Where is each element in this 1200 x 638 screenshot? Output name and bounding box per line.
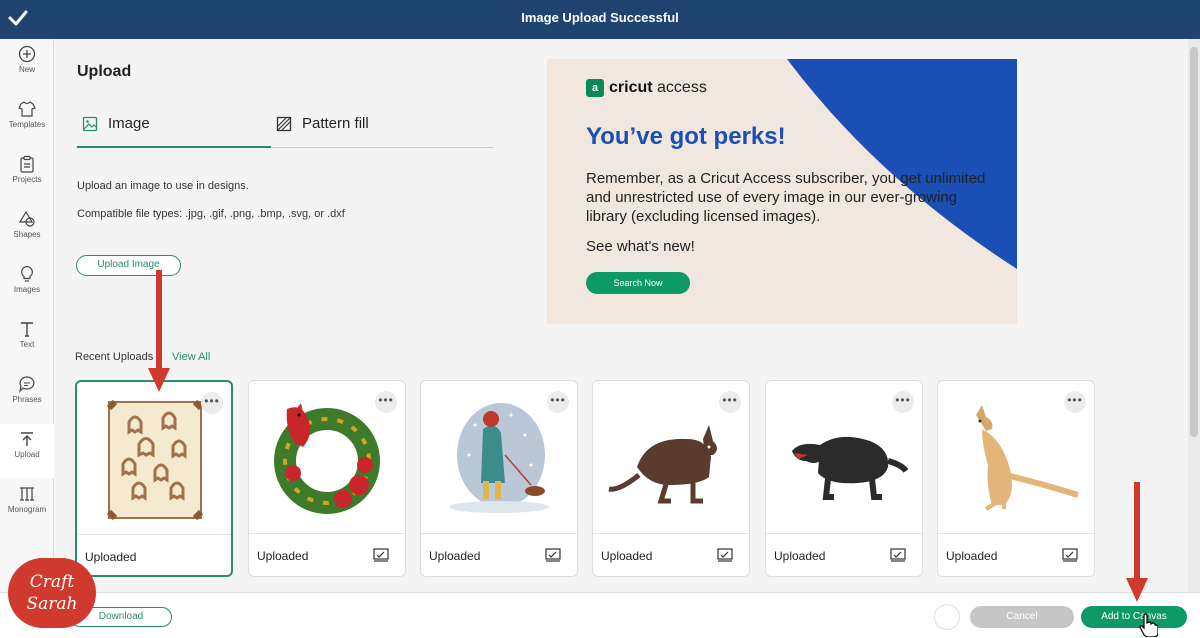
monogram-icon bbox=[20, 487, 34, 501]
sidebar-item-images[interactable]: Images bbox=[0, 259, 54, 313]
shapes-icon bbox=[18, 210, 35, 227]
banner-headline: You’ve got perks! bbox=[586, 123, 786, 150]
banner-new-text: See what's new! bbox=[586, 238, 695, 255]
sidebar: New Templates Projects Shapes Images Tex… bbox=[0, 39, 54, 638]
watermark-line-1: Craft bbox=[29, 572, 75, 592]
plus-circle-icon bbox=[18, 45, 36, 63]
lightbulb-icon bbox=[21, 265, 33, 282]
cricut-access-banner[interactable]: a cricut access You’ve got perks! Remembe… bbox=[547, 59, 1017, 324]
image-type-icon bbox=[1062, 548, 1078, 562]
more-options-icon[interactable]: ••• bbox=[375, 391, 397, 413]
sidebar-item-label: Shapes bbox=[13, 230, 41, 239]
view-all-link[interactable]: View All bbox=[172, 351, 210, 363]
image-type-icon bbox=[890, 548, 906, 562]
card-divider bbox=[77, 534, 231, 535]
card-caption: Uploaded bbox=[429, 549, 481, 563]
avatar[interactable] bbox=[934, 604, 960, 630]
recent-uploads-label: Recent Uploads bbox=[75, 351, 154, 363]
card-divider bbox=[593, 533, 749, 534]
top-bar: Image Upload Successful bbox=[0, 0, 1200, 39]
annotation-arrow-down-icon bbox=[1126, 482, 1148, 602]
banner-body: Remember, as a Cricut Access subscriber,… bbox=[586, 170, 986, 225]
file-types-text: Compatible file types: .jpg, .gif, .png,… bbox=[77, 208, 345, 220]
card-divider bbox=[938, 533, 1094, 534]
upload-card[interactable]: ••• Uploaded bbox=[765, 380, 923, 577]
text-icon bbox=[21, 322, 33, 337]
tab-active-indicator bbox=[77, 146, 271, 148]
upload-card[interactable]: ••• Uploaded bbox=[75, 380, 233, 577]
sidebar-item-text[interactable]: Text bbox=[0, 314, 54, 368]
sidebar-item-label: Upload bbox=[14, 450, 40, 459]
sidebar-item-upload[interactable]: Upload bbox=[0, 424, 54, 478]
speech-bubble-icon bbox=[19, 376, 35, 393]
sidebar-item-label: Projects bbox=[12, 175, 42, 184]
upload-panel: Upload Image Pattern fill Upload an imag… bbox=[54, 39, 1188, 592]
cardinal-wreath-thumbnail bbox=[274, 403, 380, 514]
upload-icon bbox=[21, 432, 33, 446]
annotation-arrow-down-icon bbox=[148, 270, 170, 392]
scrollbar-thumb[interactable] bbox=[1190, 47, 1198, 437]
image-icon bbox=[82, 116, 98, 132]
upload-card[interactable]: ••• Uploaded bbox=[937, 380, 1095, 577]
image-type-icon bbox=[717, 548, 733, 562]
sidebar-item-new[interactable]: New bbox=[0, 39, 54, 93]
sidebar-item-phrases[interactable]: Phrases bbox=[0, 369, 54, 423]
craft-with-sarah-logo: Craft Sarah bbox=[8, 558, 96, 628]
more-options-icon[interactable]: ••• bbox=[201, 392, 223, 414]
tab-label: Pattern fill bbox=[302, 115, 369, 132]
sidebar-item-label: Text bbox=[19, 340, 35, 349]
pattern-icon bbox=[276, 116, 292, 132]
sidebar-item-label: Images bbox=[13, 285, 41, 294]
upload-card[interactable]: ••• Uploaded bbox=[592, 380, 750, 577]
sidebar-item-monogram[interactable]: Monogram bbox=[0, 479, 54, 533]
logo-brand: cricut bbox=[609, 79, 653, 97]
logo-badge: a bbox=[586, 79, 604, 97]
section-heading: Upload bbox=[77, 63, 132, 80]
upload-card[interactable]: ••• Uploaded bbox=[420, 380, 578, 577]
add-to-canvas-button[interactable]: Add to Canvas bbox=[1081, 606, 1187, 628]
more-options-icon[interactable]: ••• bbox=[892, 391, 914, 413]
hand-cursor-icon bbox=[1139, 613, 1158, 637]
card-caption: Uploaded bbox=[774, 549, 826, 563]
sidebar-item-label: Monogram bbox=[7, 505, 47, 514]
more-options-icon[interactable]: ••• bbox=[547, 391, 569, 413]
sidebar-item-label: New bbox=[18, 65, 35, 74]
page-title: Image Upload Successful bbox=[521, 10, 679, 25]
search-now-button[interactable]: Search Now bbox=[586, 272, 690, 294]
clipboard-icon bbox=[20, 155, 34, 173]
footer-bar: Download Cancel Add to Canvas bbox=[0, 592, 1200, 638]
sidebar-item-label: Templates bbox=[8, 120, 46, 129]
tasmanian-devil-thumbnail bbox=[792, 436, 908, 500]
cricut-access-logo: a cricut access bbox=[586, 79, 707, 97]
card-divider bbox=[421, 533, 577, 534]
winter-walker-thumbnail bbox=[449, 403, 549, 513]
wallaby-thumbnail bbox=[608, 425, 717, 504]
watermark-line-2: Sarah bbox=[26, 594, 78, 614]
upload-description: Upload an image to use in designs. bbox=[77, 180, 249, 192]
card-caption: Uploaded bbox=[257, 549, 309, 563]
more-options-icon[interactable]: ••• bbox=[719, 391, 741, 413]
tab-label: Image bbox=[108, 115, 150, 132]
card-caption: Uploaded bbox=[601, 549, 653, 563]
ghost-cookies-thumbnail bbox=[106, 399, 204, 521]
sidebar-item-templates[interactable]: Templates bbox=[0, 94, 54, 148]
sidebar-item-projects[interactable]: Projects bbox=[0, 149, 54, 203]
cancel-button[interactable]: Cancel bbox=[970, 606, 1074, 628]
sidebar-item-shapes[interactable]: Shapes bbox=[0, 204, 54, 258]
kangaroo-thumbnail bbox=[976, 405, 1079, 511]
logo-suffix: access bbox=[657, 79, 707, 97]
card-caption: Uploaded bbox=[85, 550, 137, 564]
tab-image[interactable]: Image bbox=[82, 115, 150, 149]
card-divider bbox=[249, 533, 405, 534]
more-options-icon[interactable]: ••• bbox=[1064, 391, 1086, 413]
image-type-icon bbox=[545, 548, 561, 562]
upload-card[interactable]: ••• Uploaded bbox=[248, 380, 406, 577]
tab-pattern-fill[interactable]: Pattern fill bbox=[276, 115, 369, 149]
card-caption: Uploaded bbox=[946, 549, 998, 563]
vertical-scrollbar[interactable] bbox=[1188, 39, 1200, 592]
card-divider bbox=[766, 533, 922, 534]
shirt-icon bbox=[18, 101, 36, 117]
image-type-icon bbox=[373, 548, 389, 562]
sidebar-item-label: Phrases bbox=[12, 395, 42, 404]
